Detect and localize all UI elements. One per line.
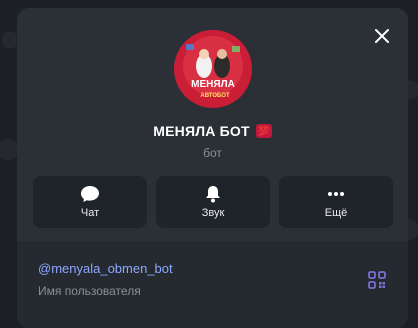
avatar[interactable]: МЕНЯЛА АВТОБОТ bbox=[174, 30, 252, 108]
more-button[interactable]: Ещё bbox=[279, 176, 393, 228]
chat-button-label: Чат bbox=[80, 207, 100, 219]
profile-subtitle: бот bbox=[203, 146, 222, 160]
qr-code-icon bbox=[368, 271, 386, 289]
username-caption: Имя пользователя bbox=[38, 284, 141, 298]
sound-button-label: Звук bbox=[201, 207, 225, 219]
chat-button[interactable]: Чат bbox=[33, 176, 147, 228]
username-link[interactable]: @menyala_obmen_bot bbox=[38, 261, 173, 276]
more-dots-icon bbox=[328, 192, 344, 196]
profile-name-row: МЕНЯЛА БОТ 💯 bbox=[17, 123, 408, 139]
avatar-subtext: АВТОБОТ bbox=[200, 93, 230, 99]
username-section[interactable]: @menyala_obmen_bot Имя пользователя bbox=[17, 241, 408, 328]
more-button-label: Ещё bbox=[324, 207, 348, 219]
close-button[interactable] bbox=[368, 22, 396, 50]
avatar-text: МЕНЯЛА bbox=[191, 79, 235, 90]
profile-name: МЕНЯЛА БОТ bbox=[153, 123, 250, 139]
action-buttons: Чат Звук Ещё bbox=[33, 176, 393, 228]
profile-panel: МЕНЯЛА АВТОБОТ МЕНЯЛА БОТ 💯 бот Чат Звук bbox=[17, 8, 408, 328]
bell-icon bbox=[206, 186, 220, 203]
close-icon bbox=[375, 29, 389, 43]
avatar-image: МЕНЯЛА АВТОБОТ bbox=[174, 30, 252, 108]
qr-code-button[interactable] bbox=[365, 268, 389, 292]
badge-icon: 💯 bbox=[255, 124, 272, 138]
sound-button[interactable]: Звук bbox=[156, 176, 270, 228]
chat-bubble-icon bbox=[81, 186, 99, 202]
